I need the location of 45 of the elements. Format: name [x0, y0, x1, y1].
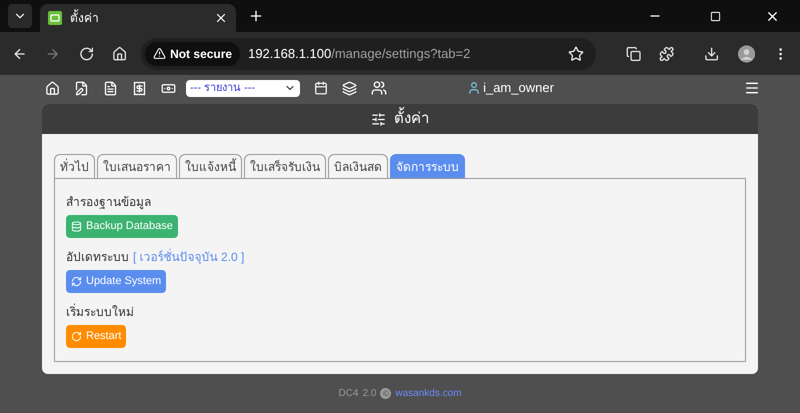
calendar-icon[interactable] — [314, 81, 328, 95]
app-version: 2.0 — [362, 387, 376, 401]
user-name[interactable]: i_am_owner — [483, 78, 554, 98]
close-icon[interactable] — [214, 11, 228, 25]
browser-tab[interactable]: ตั้งค่า — [40, 4, 236, 32]
avatar-icon[interactable] — [738, 44, 755, 62]
report-select[interactable]: --- รายงาน --- — [186, 80, 300, 96]
settings-tab[interactable]: ใบเสนอราคา — [97, 154, 177, 178]
home-icon[interactable] — [112, 46, 128, 62]
url-text: 192.168.1.100/manage/settings?tab=2 — [248, 44, 472, 63]
security-chip[interactable]: Not secure — [145, 42, 240, 66]
tab-title: ตั้งค่า — [70, 9, 100, 27]
app-logo-icon — [48, 11, 62, 25]
user-icon — [467, 81, 482, 95]
menu-icon[interactable] — [744, 80, 760, 96]
document-edit-icon[interactable] — [74, 80, 89, 96]
database-icon — [71, 221, 82, 232]
section-title: สำรองฐานข้อมูล — [66, 194, 151, 211]
maximize-icon[interactable] — [710, 10, 721, 22]
users-icon[interactable] — [371, 80, 387, 96]
address-bar[interactable]: Not secure 192.168.1.100/manage/settings?tab=2 — [141, 38, 596, 70]
tab-list-button[interactable] — [8, 4, 32, 28]
extension-icon[interactable] — [626, 46, 642, 62]
version-note: [ เวอร์ชั่นปัจจุบัน 2.0 ] — [133, 248, 244, 266]
bookmark-star-icon[interactable] — [568, 46, 584, 62]
restart-icon — [71, 331, 82, 342]
receipt-icon[interactable] — [132, 80, 147, 96]
warning-icon — [153, 47, 166, 60]
settings-tab[interactable]: บิลเงินสด — [328, 154, 388, 178]
layers-icon[interactable] — [342, 80, 357, 96]
sliders-icon — [371, 112, 386, 126]
settings-tab[interactable]: ใบแจ้งหนี้ — [179, 154, 242, 178]
settings-tab[interactable]: ทั่วไป — [54, 154, 95, 178]
refresh-icon — [71, 276, 82, 287]
document-icon[interactable] — [103, 80, 118, 96]
copyright-mark: © — [380, 388, 392, 399]
settings-tab[interactable]: ใบเสร็จรับเงิน — [244, 154, 326, 178]
reload-icon[interactable] — [78, 46, 94, 62]
section-title: เริ่มระบบใหม่ — [66, 303, 134, 321]
card-title: ตั้งค่า — [394, 108, 429, 130]
section-title: อัปเดทระบบ — [66, 249, 129, 266]
download-icon[interactable] — [704, 46, 720, 62]
new-tab-icon[interactable] — [248, 8, 264, 24]
puzzle-icon[interactable] — [659, 46, 674, 62]
app-name: DC4 — [338, 387, 358, 401]
